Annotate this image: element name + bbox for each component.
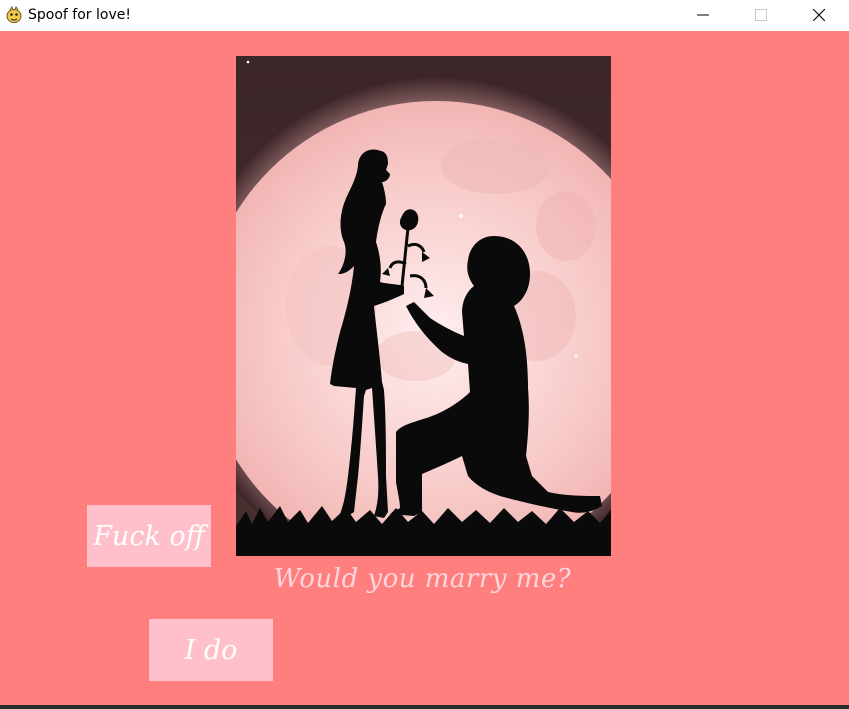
close-button[interactable] [790,0,848,31]
minimize-icon [697,6,709,25]
proposal-question: Would you marry me? [273,564,572,594]
maximize-icon [755,6,767,25]
reject-button-label: Fuck off [93,520,205,552]
window-bottom-border [0,705,849,709]
pygame-snake-icon [5,5,23,24]
minimize-button[interactable] [674,0,732,31]
accept-button-label: I do [184,634,238,666]
maximize-button[interactable] [732,0,790,31]
title-bar[interactable]: Spoof for love! [0,0,849,31]
proposal-image [236,56,611,556]
game-canvas: Would you marry me? Fuck off I do [0,31,849,705]
close-icon [812,6,826,25]
reject-button[interactable]: Fuck off [87,505,211,567]
window-title: Spoof for love! [28,7,131,23]
app-window: Spoof for love! Would you marry me? Fuck… [0,0,849,709]
accept-button[interactable]: I do [149,619,273,681]
